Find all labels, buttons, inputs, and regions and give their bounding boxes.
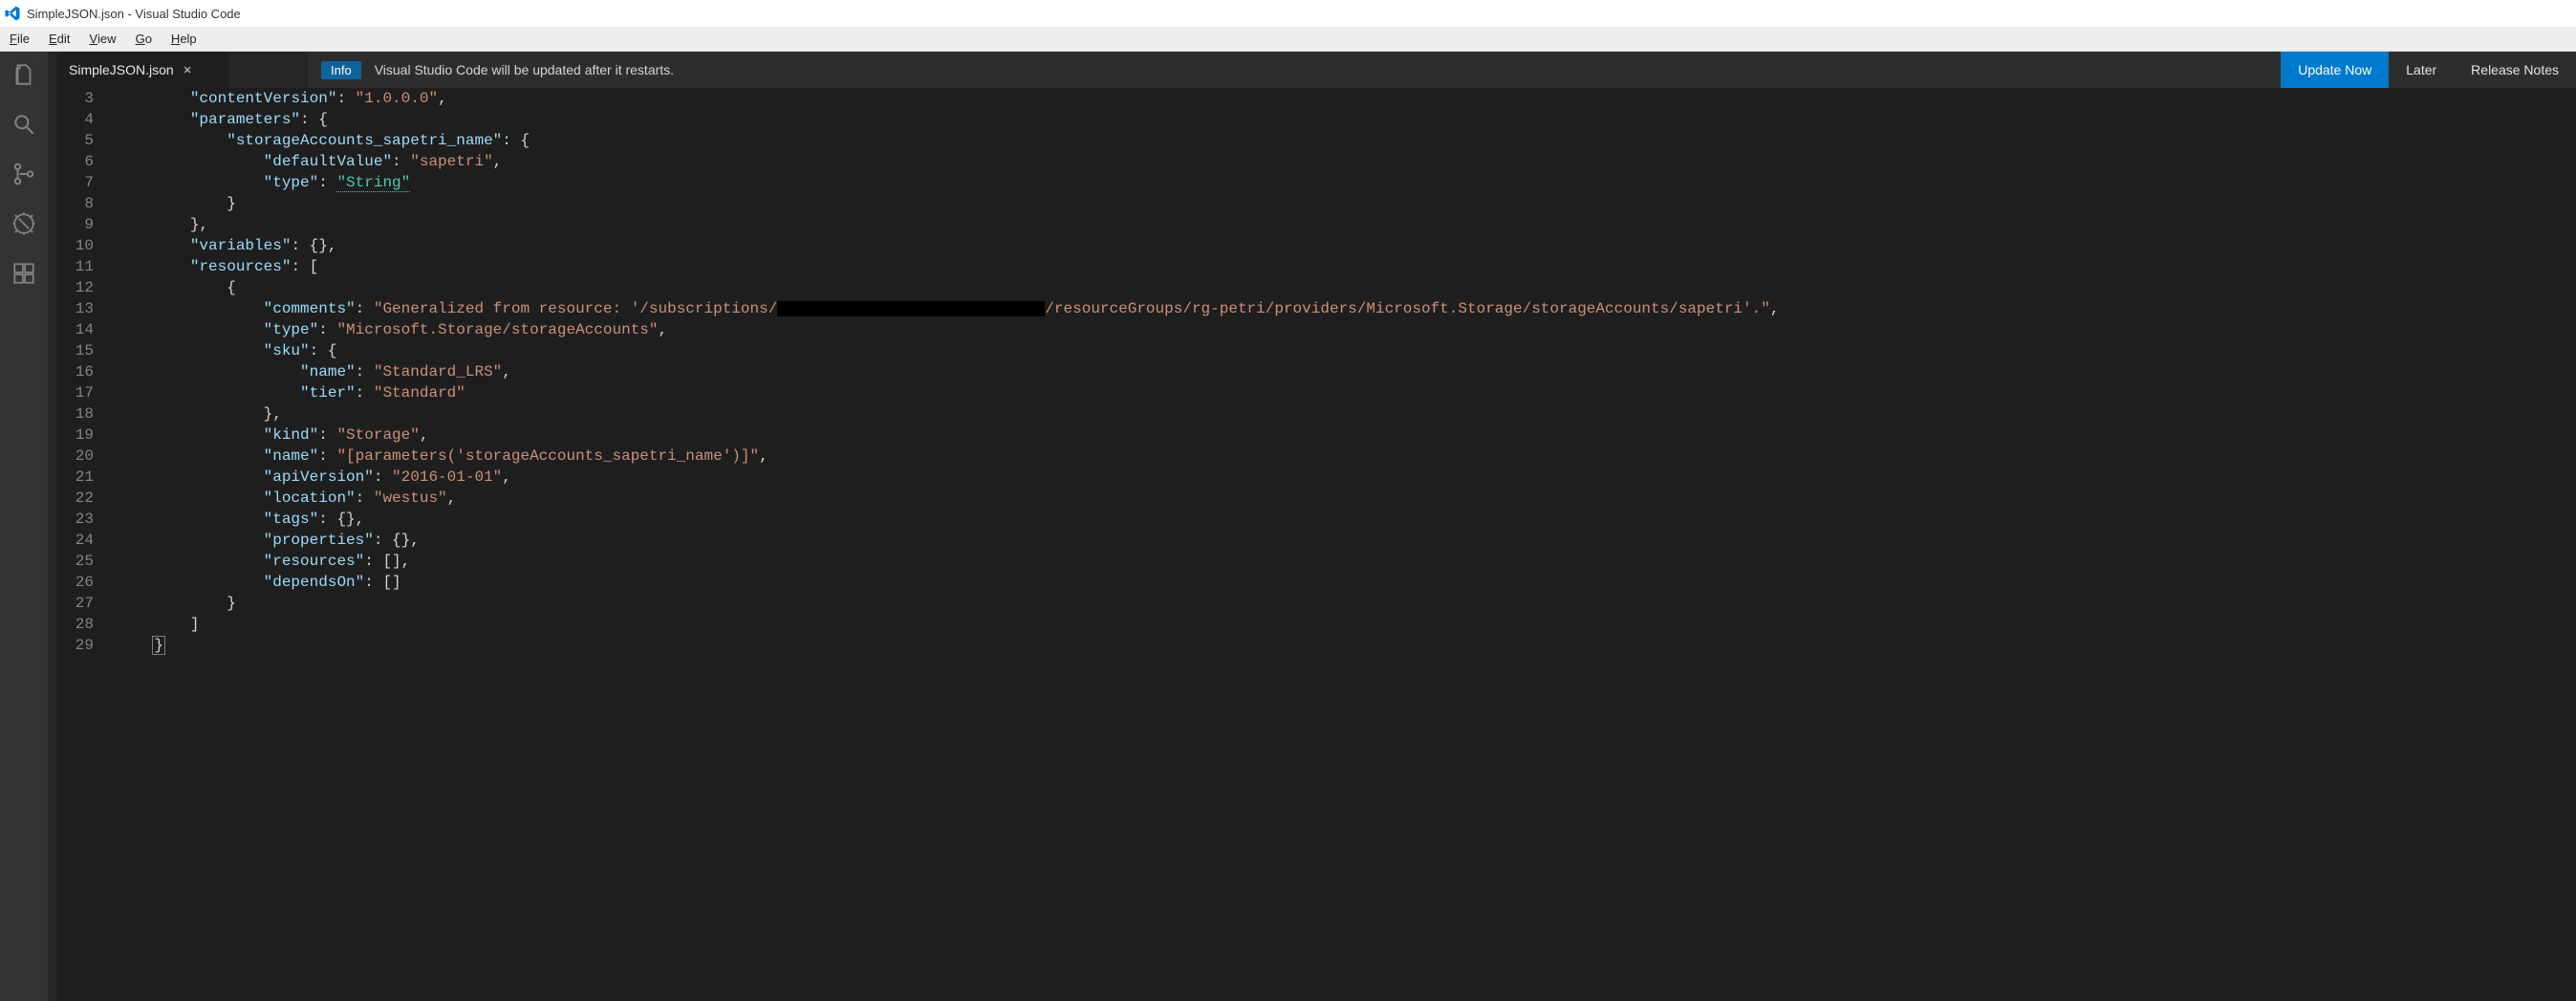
line-number: 23 [57, 509, 94, 530]
menu-edit[interactable]: Edit [39, 27, 79, 51]
line-number: 12 [57, 277, 94, 298]
debug-icon[interactable] [11, 210, 37, 237]
code-line[interactable]: "resources": [ [117, 256, 2576, 277]
title-bar: SimpleJSON.json - Visual Studio Code [0, 0, 2576, 27]
line-number: 14 [57, 319, 94, 340]
tab-label: SimpleJSON.json [69, 62, 174, 77]
code-line[interactable]: }, [117, 214, 2576, 235]
extensions-icon[interactable] [11, 260, 37, 287]
info-badge: Info [321, 61, 361, 79]
menu-help[interactable]: Help [162, 27, 206, 51]
release-notes-button[interactable]: Release Notes [2454, 52, 2576, 88]
line-number: 10 [57, 235, 94, 256]
line-number: 21 [57, 467, 94, 488]
line-number: 16 [57, 361, 94, 382]
code-editor[interactable]: 3456789101112131415161718192021222324252… [57, 88, 2576, 1001]
line-number: 4 [57, 109, 94, 130]
editor-tabs: SimpleJSON.json × Info Visual Studio Cod… [57, 52, 2576, 88]
code-line[interactable]: "location": "westus", [117, 488, 2576, 509]
update-notification: Info Visual Studio Code will be updated … [308, 52, 2576, 88]
line-number: 22 [57, 488, 94, 509]
code-line[interactable]: "apiVersion": "2016-01-01", [117, 467, 2576, 488]
code-line[interactable]: } [117, 593, 2576, 614]
source-control-icon[interactable] [11, 161, 37, 187]
activity-bar [0, 52, 48, 1001]
line-number: 13 [57, 298, 94, 319]
editor-area: SimpleJSON.json × Info Visual Studio Cod… [57, 52, 2576, 1001]
menu-view[interactable]: View [79, 27, 125, 51]
line-number: 8 [57, 193, 94, 214]
line-number: 29 [57, 635, 94, 656]
explorer-icon[interactable] [11, 61, 37, 88]
code-line[interactable]: "type": "Microsoft.Storage/storageAccoun… [117, 319, 2576, 340]
sidebar-collapsed[interactable] [48, 52, 57, 1001]
line-number: 15 [57, 340, 94, 361]
tab-simplejson[interactable]: SimpleJSON.json × [57, 52, 229, 88]
line-number: 18 [57, 403, 94, 424]
line-number: 17 [57, 382, 94, 403]
code-line[interactable]: "variables": {}, [117, 235, 2576, 256]
code-line[interactable]: "comments": "Generalized from resource: … [117, 298, 2576, 319]
line-number: 25 [57, 551, 94, 572]
line-number: 27 [57, 593, 94, 614]
window-title: SimpleJSON.json - Visual Studio Code [27, 7, 241, 21]
code-line[interactable]: "tags": {}, [117, 509, 2576, 530]
line-number: 7 [57, 172, 94, 193]
code-line[interactable]: "resources": [], [117, 551, 2576, 572]
code-line[interactable]: "parameters": { [117, 109, 2576, 130]
line-number: 11 [57, 256, 94, 277]
line-number: 5 [57, 130, 94, 151]
menu-bar: File Edit View Go Help [0, 27, 2576, 52]
menu-file[interactable]: File [0, 27, 39, 51]
code-line[interactable]: "type": "String" [117, 172, 2576, 193]
vscode-logo-icon [4, 5, 21, 22]
redacted-text [777, 301, 1045, 316]
code-line[interactable]: "contentVersion": "1.0.0.0", [117, 88, 2576, 109]
line-number: 19 [57, 424, 94, 446]
code-line[interactable]: "name": "[parameters('storageAccounts_sa… [117, 446, 2576, 467]
line-number: 3 [57, 88, 94, 109]
update-now-button[interactable]: Update Now [2281, 52, 2389, 88]
line-number: 9 [57, 214, 94, 235]
code-line[interactable]: } [117, 635, 2576, 656]
code-line[interactable]: "defaultValue": "sapetri", [117, 151, 2576, 172]
line-number: 6 [57, 151, 94, 172]
code-line[interactable]: }, [117, 403, 2576, 424]
notification-message: Visual Studio Code will be updated after… [375, 62, 674, 77]
code-content[interactable]: "contentVersion": "1.0.0.0", "parameters… [107, 88, 2576, 1001]
search-icon[interactable] [11, 111, 37, 138]
close-icon[interactable]: × [184, 63, 192, 77]
later-button[interactable]: Later [2389, 52, 2454, 88]
code-line[interactable]: "storageAccounts_sapetri_name": { [117, 130, 2576, 151]
line-number: 28 [57, 614, 94, 635]
line-number: 26 [57, 572, 94, 593]
code-line[interactable]: "tier": "Standard" [117, 382, 2576, 403]
line-number: 24 [57, 530, 94, 551]
code-line[interactable]: ] [117, 614, 2576, 635]
line-number-gutter: 3456789101112131415161718192021222324252… [57, 88, 107, 1001]
line-number: 20 [57, 446, 94, 467]
code-line[interactable]: "sku": { [117, 340, 2576, 361]
code-line[interactable]: "kind": "Storage", [117, 424, 2576, 446]
code-line[interactable]: { [117, 277, 2576, 298]
code-line[interactable]: } [117, 193, 2576, 214]
workbench: SimpleJSON.json × Info Visual Studio Cod… [0, 52, 2576, 1001]
code-line[interactable]: "properties": {}, [117, 530, 2576, 551]
code-line[interactable]: "dependsOn": [] [117, 572, 2576, 593]
menu-go[interactable]: Go [126, 27, 162, 51]
code-line[interactable]: "name": "Standard_LRS", [117, 361, 2576, 382]
